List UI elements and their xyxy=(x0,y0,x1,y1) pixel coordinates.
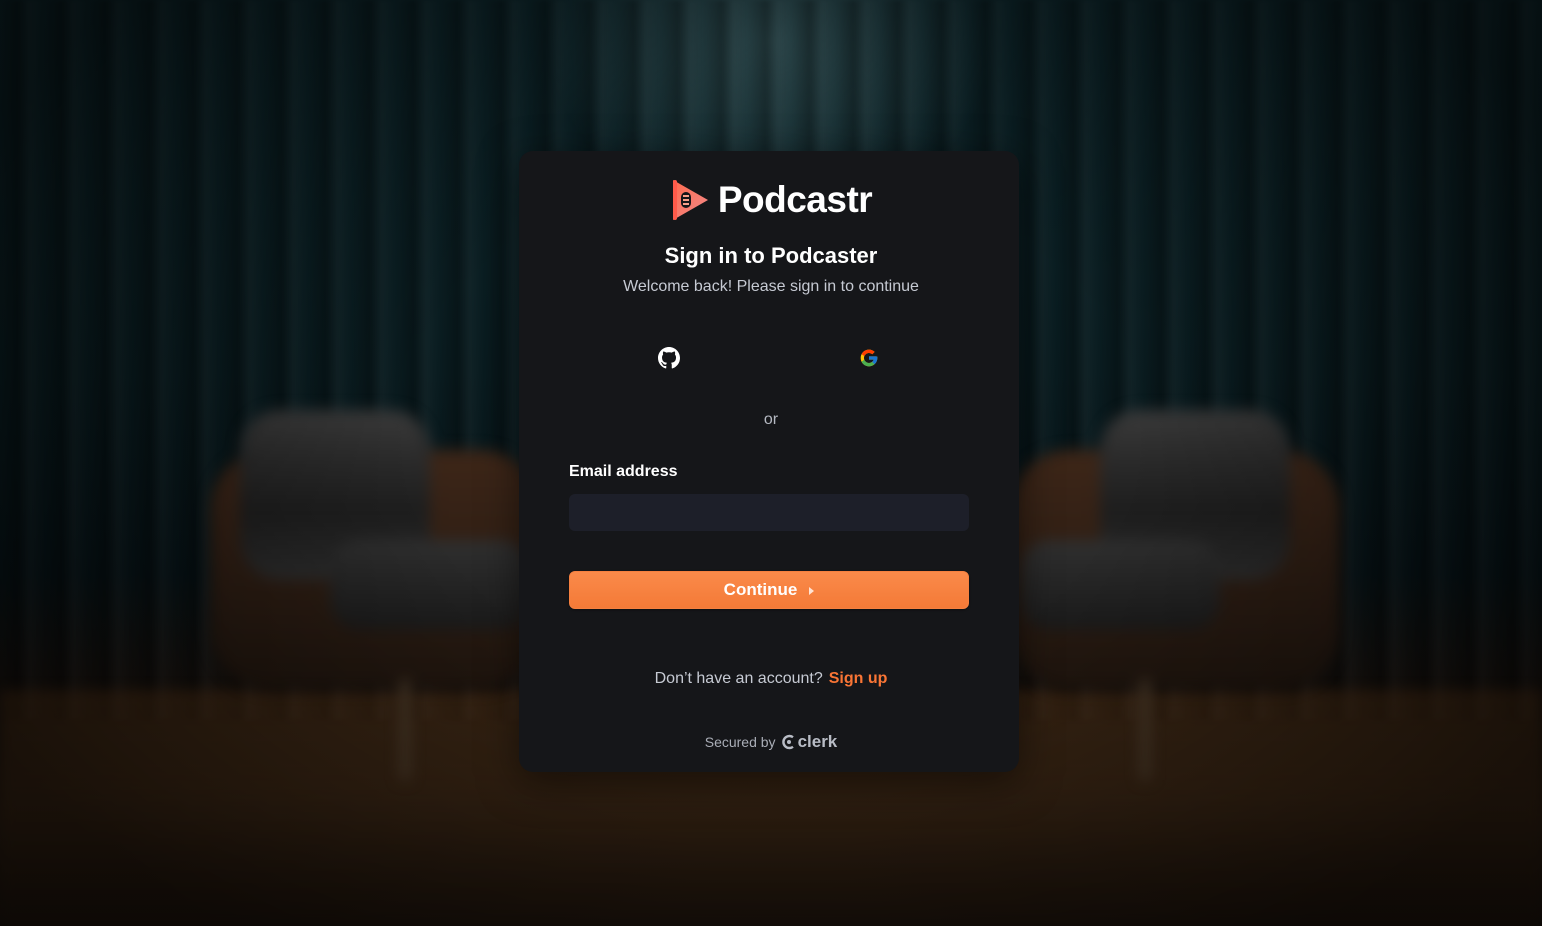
clerk-logo-text: clerk xyxy=(797,732,838,751)
brand-name: Podcastr xyxy=(717,179,873,220)
email-label: Email address xyxy=(569,463,678,480)
signup-link[interactable]: Sign up xyxy=(829,670,888,688)
no-account-text: Don’t have an account? xyxy=(654,670,823,687)
divider-or: or xyxy=(763,411,779,428)
google-signin-button[interactable] xyxy=(769,336,969,380)
email-field[interactable] xyxy=(569,494,969,531)
secured-by-text: Secured by xyxy=(704,734,776,750)
github-signin-button[interactable] xyxy=(569,336,769,380)
signin-title: Sign in to Podcaster xyxy=(664,243,878,268)
google-icon xyxy=(860,349,878,367)
github-icon xyxy=(658,347,680,369)
continue-button[interactable]: Continue xyxy=(569,571,969,609)
clerk-logo[interactable]: clerk xyxy=(781,732,838,752)
signup-prompt: Don’t have an account? Sign up xyxy=(0,670,1542,688)
secured-by: Secured by clerk xyxy=(0,732,1542,752)
continue-button-label: Continue xyxy=(723,580,798,599)
brand-logo: Podcastr xyxy=(0,178,1542,222)
social-buttons xyxy=(569,336,969,380)
clerk-icon xyxy=(781,734,794,750)
signin-subtitle: Welcome back! Please sign in to continue xyxy=(623,278,919,295)
podcastr-logo-icon xyxy=(672,180,708,220)
caret-right-icon xyxy=(809,586,815,595)
